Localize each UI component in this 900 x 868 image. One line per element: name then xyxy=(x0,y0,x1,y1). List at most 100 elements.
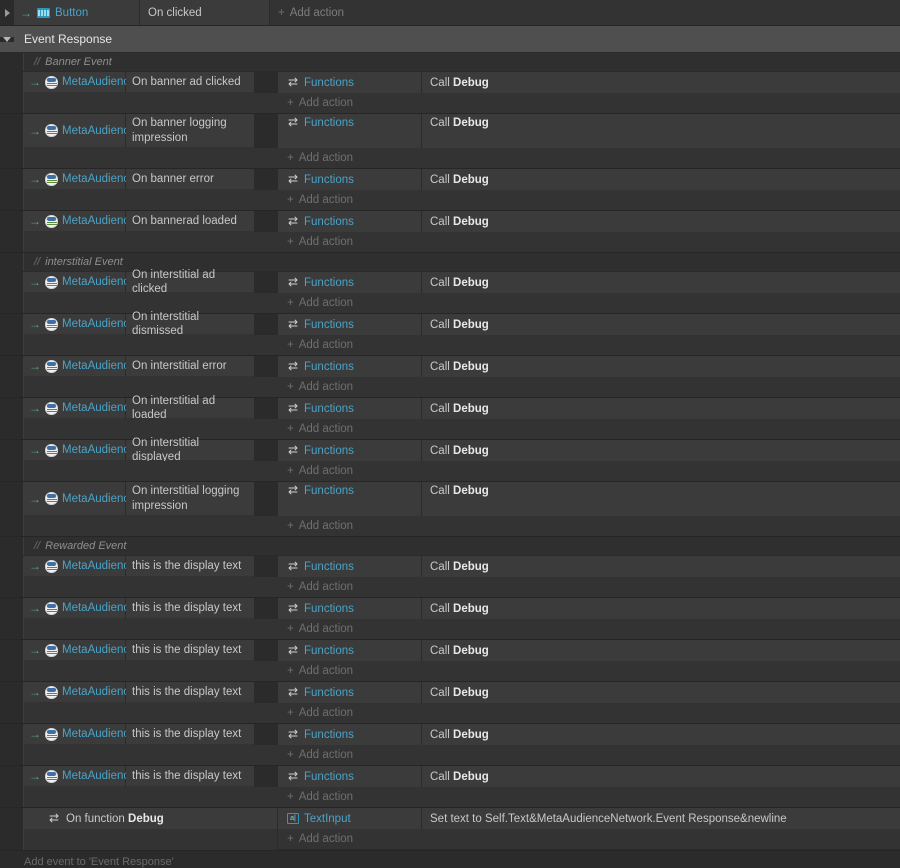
event-object-cell[interactable]: → MetaAudience... xyxy=(24,398,145,419)
event-condition-empty-row[interactable] xyxy=(24,745,278,765)
event-block[interactable]: → MetaAudience... On interstitial error ⇄ Fu… xyxy=(0,356,900,398)
event-object-cell[interactable]: → MetaAudience... xyxy=(24,72,145,93)
add-action-row[interactable]: + Add action xyxy=(278,293,900,313)
event-condition-empty-row[interactable] xyxy=(24,577,278,597)
event-condition-cell[interactable]: On banner logging impression xyxy=(126,114,254,148)
event-object-cell[interactable]: → MetaAudience... xyxy=(24,272,145,293)
event-condition-empty-row[interactable] xyxy=(24,461,278,481)
function-def-row[interactable]: ⇄ On function Debug a| TextInput Set tex… xyxy=(24,808,900,829)
event-condition-empty-row[interactable] xyxy=(24,516,278,536)
event-block[interactable]: → MetaAudience... this is the display text… xyxy=(0,598,900,640)
event-condition-cell[interactable]: this is the display text xyxy=(126,682,254,703)
action-row[interactable]: ⇄ Functions Call Debug xyxy=(278,356,900,377)
event-condition-empty-row[interactable] xyxy=(24,190,278,210)
action-description-cell[interactable]: Call Debug xyxy=(422,72,900,93)
event-condition-empty-row[interactable] xyxy=(24,703,278,723)
event-condition-cell[interactable]: this is the display text xyxy=(126,556,254,577)
action-row[interactable]: ⇄ Functions Call Debug xyxy=(278,598,900,619)
action-row[interactable]: ⇄ Functions Call Debug xyxy=(278,211,900,232)
function-add-action-row[interactable]: + Add action xyxy=(24,829,900,850)
event-block[interactable]: → MetaAudience... On interstitial logging … xyxy=(0,482,900,537)
action-description-cell[interactable]: Call Debug xyxy=(422,211,900,232)
function-add-action[interactable]: + Add action xyxy=(278,829,900,849)
event-object-cell[interactable]: → MetaAudience... xyxy=(24,598,145,619)
event-condition-empty-row[interactable] xyxy=(24,661,278,681)
event-object-cell[interactable]: → MetaAudience... xyxy=(24,440,145,461)
action-row[interactable]: ⇄ Functions Call Debug xyxy=(278,682,900,703)
action-object-cell[interactable]: ⇄ Functions xyxy=(278,114,422,148)
event-condition-cell[interactable]: On banner error xyxy=(126,169,254,190)
action-row[interactable]: ⇄ Functions Call Debug xyxy=(278,556,900,577)
event-object-cell[interactable]: → MetaAudience... xyxy=(24,724,145,745)
action-row[interactable]: ⇄ Functions Call Debug xyxy=(278,72,900,93)
event-block[interactable]: → MetaAudience... On interstitial ad click… xyxy=(0,269,900,314)
add-action-row[interactable]: + Add action xyxy=(278,419,900,439)
function-action-object-cell[interactable]: a| TextInput xyxy=(278,808,422,829)
action-row[interactable]: ⇄ Functions Call Debug xyxy=(278,169,900,190)
action-object-cell[interactable]: ⇄ Functions xyxy=(278,169,422,190)
event-condition-empty-row[interactable] xyxy=(24,232,278,252)
action-row[interactable]: ⇄ Functions Call Debug xyxy=(278,114,900,148)
action-description-cell[interactable]: Call Debug xyxy=(422,556,900,577)
event-condition-empty-row[interactable] xyxy=(24,619,278,639)
add-action-row[interactable]: + Add action xyxy=(278,190,900,210)
action-object-cell[interactable]: ⇄ Functions xyxy=(278,211,422,232)
add-action-row[interactable]: + Add action xyxy=(278,577,900,597)
action-description-cell[interactable]: Call Debug xyxy=(422,598,900,619)
top-event-twisty[interactable] xyxy=(0,0,14,25)
action-description-cell[interactable]: Call Debug xyxy=(422,314,900,335)
event-condition-empty-row[interactable] xyxy=(24,787,278,807)
action-row[interactable]: ⇄ Functions Call Debug xyxy=(278,314,900,335)
event-block[interactable]: → MetaAudience... On bannerad loaded ⇄ Funct… xyxy=(0,211,900,253)
action-row[interactable]: ⇄ Functions Call Debug xyxy=(278,640,900,661)
action-row[interactable]: ⇄ Functions Call Debug xyxy=(278,482,900,516)
event-block[interactable]: → MetaAudience... On banner logging impres… xyxy=(0,114,900,169)
event-block[interactable]: → MetaAudience... On banner error ⇄ Function… xyxy=(0,169,900,211)
event-block[interactable]: → MetaAudience... On interstitial displaye… xyxy=(0,437,900,482)
action-object-cell[interactable]: ⇄ Functions xyxy=(278,440,422,461)
action-row[interactable]: ⇄ Functions Call Debug xyxy=(278,440,900,461)
action-object-cell[interactable]: ⇄ Functions xyxy=(278,724,422,745)
action-row[interactable]: ⇄ Functions Call Debug xyxy=(278,272,900,293)
event-condition-empty-row[interactable] xyxy=(24,93,278,113)
action-object-cell[interactable]: ⇄ Functions xyxy=(278,682,422,703)
event-block[interactable]: → MetaAudience... this is the display text… xyxy=(0,766,900,808)
action-description-cell[interactable]: Call Debug xyxy=(422,482,900,516)
action-object-cell[interactable]: ⇄ Functions xyxy=(278,598,422,619)
action-description-cell[interactable]: Call Debug xyxy=(422,169,900,190)
action-description-cell[interactable]: Call Debug xyxy=(422,114,900,148)
action-description-cell[interactable]: Call Debug xyxy=(422,356,900,377)
event-block[interactable]: → MetaAudience... On banner ad clicked ⇄ Fun… xyxy=(0,72,900,114)
event-block[interactable]: → MetaAudience... this is the display text… xyxy=(0,640,900,682)
action-description-cell[interactable]: Call Debug xyxy=(422,398,900,419)
event-object-cell[interactable]: → MetaAudience... xyxy=(24,211,145,232)
add-action-row[interactable]: + Add action xyxy=(278,745,900,765)
section-comment-row[interactable]: // Banner Event xyxy=(0,53,900,72)
action-description-cell[interactable]: Call Debug xyxy=(422,766,900,787)
event-block[interactable]: → MetaAudience... On interstitial dismisse… xyxy=(0,311,900,356)
event-condition-cell[interactable]: On interstitial logging impression xyxy=(126,482,254,516)
event-condition-cell[interactable]: this is the display text xyxy=(126,724,254,745)
group-twisty[interactable] xyxy=(0,36,14,42)
action-description-cell[interactable]: Call Debug xyxy=(422,440,900,461)
action-object-cell[interactable]: ⇄ Functions xyxy=(278,272,422,293)
event-condition-empty-row[interactable] xyxy=(24,148,278,168)
top-event-condition-cell[interactable]: On clicked xyxy=(140,0,270,25)
event-block[interactable]: → MetaAudience... this is the display text… xyxy=(0,682,900,724)
event-condition-cell[interactable]: this is the display text xyxy=(126,766,254,787)
add-action-row[interactable]: + Add action xyxy=(278,516,900,536)
action-object-cell[interactable]: ⇄ Functions xyxy=(278,398,422,419)
action-object-cell[interactable]: ⇄ Functions xyxy=(278,72,422,93)
event-object-cell[interactable]: → MetaAudience... xyxy=(24,356,145,377)
event-object-cell[interactable]: → MetaAudience... xyxy=(24,556,145,577)
event-condition-cell[interactable]: On interstitial ad clicked xyxy=(126,269,254,295)
function-action-description-cell[interactable]: Set text to Self.Text&MetaAudienceNetwor… xyxy=(422,808,900,829)
add-event-to-group[interactable]: Add event to 'Event Response' xyxy=(0,851,900,868)
action-description-cell[interactable]: Call Debug xyxy=(422,724,900,745)
event-condition-cell[interactable]: On interstitial ad loaded xyxy=(126,395,254,421)
event-object-cell[interactable]: → MetaAudience... xyxy=(24,682,145,703)
top-event-row[interactable]: → Button On clicked + Add action xyxy=(0,0,900,26)
event-object-cell[interactable]: → MetaAudience... xyxy=(24,114,145,148)
add-action-row[interactable]: + Add action xyxy=(278,619,900,639)
action-row[interactable]: ⇄ Functions Call Debug xyxy=(278,766,900,787)
